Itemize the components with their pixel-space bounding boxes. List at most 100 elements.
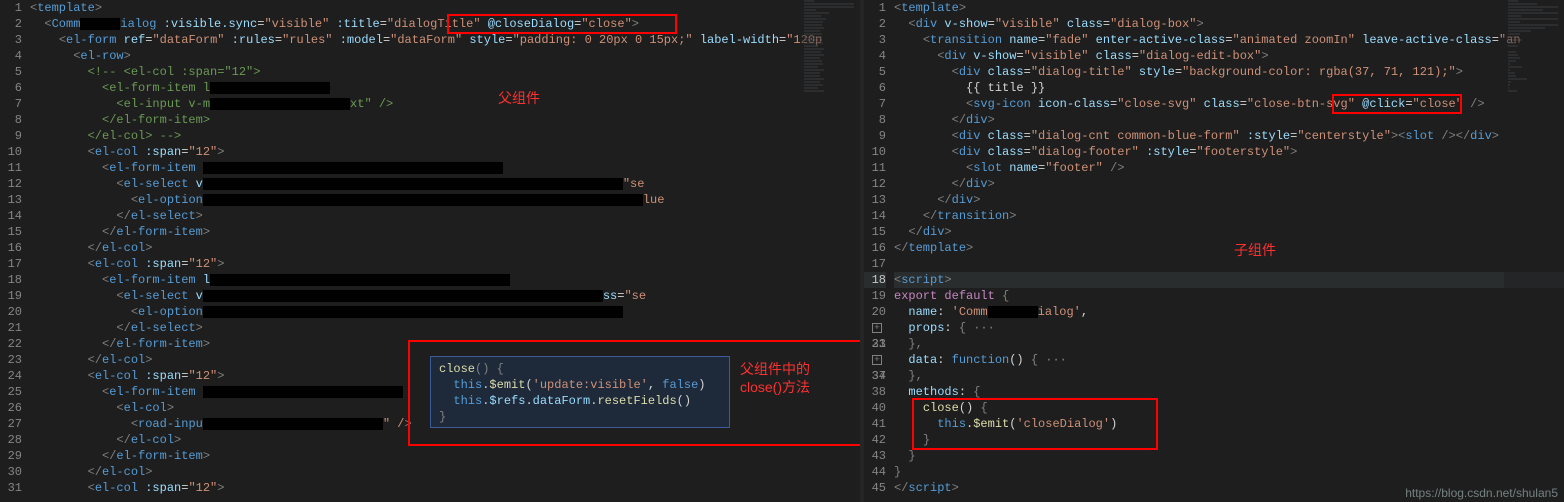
line-number[interactable]: 8 xyxy=(0,112,22,128)
code-line[interactable]: <el-col :span="12"> xyxy=(30,256,860,272)
code-line[interactable]: <el-select v"se xyxy=(30,176,860,192)
code-line[interactable]: <el-row> xyxy=(30,48,860,64)
code-line[interactable]: </el-form-item> xyxy=(30,224,860,240)
line-number[interactable]: 21 xyxy=(0,320,22,336)
code-line[interactable]: </el-col> xyxy=(30,432,860,448)
code-line[interactable]: </el-col> xyxy=(30,240,860,256)
code-line[interactable]: <el-col :span="12"> xyxy=(30,144,860,160)
code-line[interactable]: <!-- <el-col :span="12"> xyxy=(30,64,860,80)
line-number[interactable]: 29 xyxy=(0,448,22,464)
fold-icon[interactable]: + xyxy=(872,323,882,333)
line-number[interactable]: 11 xyxy=(864,160,886,176)
line-number[interactable]: 18 xyxy=(0,272,22,288)
code-line[interactable]: data: function() { ··· xyxy=(894,352,1564,368)
code-line[interactable]: } xyxy=(894,432,1564,448)
code-line[interactable]: </div> xyxy=(894,192,1564,208)
code-line[interactable]: } xyxy=(894,464,1564,480)
line-number[interactable]: 17 xyxy=(864,256,886,272)
fold-icon[interactable]: + xyxy=(872,355,882,365)
code-line[interactable]: </div> xyxy=(894,112,1564,128)
code-line[interactable]: name: 'Commialog', xyxy=(894,304,1564,320)
line-number[interactable]: +21 xyxy=(864,320,886,336)
line-number[interactable]: 15 xyxy=(864,224,886,240)
code-line[interactable]: <el-form-item l xyxy=(30,80,860,96)
code-line[interactable]: this.$emit('closeDialog') xyxy=(894,416,1564,432)
line-number[interactable]: 19 xyxy=(864,288,886,304)
line-number[interactable]: 22 xyxy=(0,336,22,352)
code-line[interactable]: </el-col> --> xyxy=(30,128,860,144)
line-number[interactable]: 4 xyxy=(0,48,22,64)
line-number[interactable]: 37 xyxy=(864,368,886,384)
line-number[interactable]: 10 xyxy=(864,144,886,160)
code-line[interactable]: } xyxy=(894,448,1564,464)
line-number[interactable]: 8 xyxy=(864,112,886,128)
code-line[interactable]: <div v-show="visible" class="dialog-box"… xyxy=(894,16,1564,32)
line-number[interactable]: 15 xyxy=(0,224,22,240)
line-number[interactable]: 23 xyxy=(0,352,22,368)
code-line[interactable]: <div class="dialog-footer" :style="foote… xyxy=(894,144,1564,160)
code-line[interactable]: <el-optionlue xyxy=(30,192,860,208)
line-number[interactable]: 14 xyxy=(0,208,22,224)
line-number[interactable]: 12 xyxy=(864,176,886,192)
code-area-right[interactable]: <template> <div v-show="visible" class="… xyxy=(894,0,1564,496)
minimap-left[interactable] xyxy=(800,0,860,502)
code-line[interactable]: methods: { xyxy=(894,384,1564,400)
code-line[interactable]: <div class="dialog-cnt common-blue-form"… xyxy=(894,128,1564,144)
code-line[interactable]: </template> xyxy=(894,240,1564,256)
line-number[interactable]: 7 xyxy=(864,96,886,112)
code-line[interactable]: <el-col :span="12"> xyxy=(30,480,860,496)
code-line[interactable]: <template> xyxy=(30,0,860,16)
code-line[interactable]: <div class="dialog-title" style="backgro… xyxy=(894,64,1564,80)
line-number[interactable]: 9 xyxy=(0,128,22,144)
line-number[interactable]: 31 xyxy=(0,480,22,496)
code-line[interactable]: <el-form-item xyxy=(30,160,860,176)
line-number[interactable]: 16 xyxy=(0,240,22,256)
line-number[interactable]: 12 xyxy=(0,176,22,192)
code-line[interactable]: <el-option xyxy=(30,304,860,320)
line-number[interactable]: 38 xyxy=(864,384,886,400)
line-number[interactable]: 4 xyxy=(864,48,886,64)
code-line[interactable]: <el-input v-mxt" /> xyxy=(30,96,860,112)
code-line[interactable]: {{ title }} xyxy=(894,80,1564,96)
code-line[interactable]: }, xyxy=(894,336,1564,352)
code-line[interactable]: </el-form-item> xyxy=(30,112,860,128)
line-number[interactable]: 25 xyxy=(0,384,22,400)
line-number[interactable]: 6 xyxy=(0,80,22,96)
line-number[interactable]: 19 xyxy=(0,288,22,304)
line-number[interactable]: 17 xyxy=(0,256,22,272)
line-number[interactable]: 3 xyxy=(864,32,886,48)
line-number[interactable]: 24 xyxy=(0,368,22,384)
editor-pane-left[interactable]: 1234567891011121314151617181920212223242… xyxy=(0,0,860,502)
line-number[interactable]: 6 xyxy=(864,80,886,96)
code-line[interactable]: <template> xyxy=(894,0,1564,16)
code-line[interactable]: </transition> xyxy=(894,208,1564,224)
line-number[interactable]: 11 xyxy=(0,160,22,176)
code-line[interactable]: </el-select> xyxy=(30,320,860,336)
line-number[interactable]: 1 xyxy=(0,0,22,16)
line-number[interactable]: 26 xyxy=(0,400,22,416)
line-number[interactable]: 20 xyxy=(0,304,22,320)
code-line[interactable]: </el-select> xyxy=(30,208,860,224)
code-line[interactable]: </div> xyxy=(894,176,1564,192)
line-number[interactable]: 45 xyxy=(864,480,886,496)
line-number[interactable]: +34 xyxy=(864,352,886,368)
line-number[interactable]: 7 xyxy=(0,96,22,112)
line-number[interactable]: 20 xyxy=(864,304,886,320)
line-number[interactable]: 2 xyxy=(0,16,22,32)
line-number[interactable]: 33 xyxy=(864,336,886,352)
line-number[interactable]: 18 xyxy=(864,272,886,288)
code-line[interactable]: <slot name="footer" /> xyxy=(894,160,1564,176)
code-line[interactable] xyxy=(894,256,1564,272)
code-line[interactable]: <el-form ref="dataForm" :rules="rules" :… xyxy=(30,32,860,48)
code-line[interactable]: export default { xyxy=(894,288,1564,304)
code-line[interactable]: </el-col> xyxy=(30,464,860,480)
code-line[interactable]: </el-form-item> xyxy=(30,448,860,464)
code-line[interactable]: <el-form-item l xyxy=(30,272,860,288)
code-line[interactable]: <script> xyxy=(894,272,1564,288)
editor-pane-right[interactable]: 1234567891011121314151617181920+2133+343… xyxy=(864,0,1564,502)
minimap-right[interactable] xyxy=(1504,0,1564,502)
line-number[interactable]: 43 xyxy=(864,448,886,464)
line-number[interactable]: 10 xyxy=(0,144,22,160)
line-number[interactable]: 44 xyxy=(864,464,886,480)
line-gutter-left[interactable]: 1234567891011121314151617181920212223242… xyxy=(0,0,30,496)
